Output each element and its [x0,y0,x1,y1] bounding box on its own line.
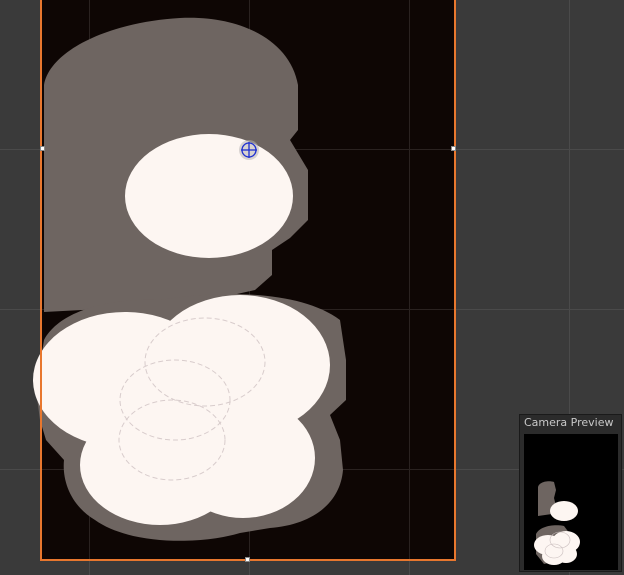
camera-preview-image [524,434,618,570]
resize-handle-bottom[interactable] [245,557,250,562]
resize-handle-left[interactable] [40,146,45,151]
move-pivot-icon[interactable] [237,138,261,162]
camera-preview-title: Camera Preview [524,416,614,429]
scene-view[interactable]: Camera Preview [0,0,624,575]
resize-handle-right[interactable] [451,146,456,151]
camera-preview-panel: Camera Preview [519,414,622,572]
